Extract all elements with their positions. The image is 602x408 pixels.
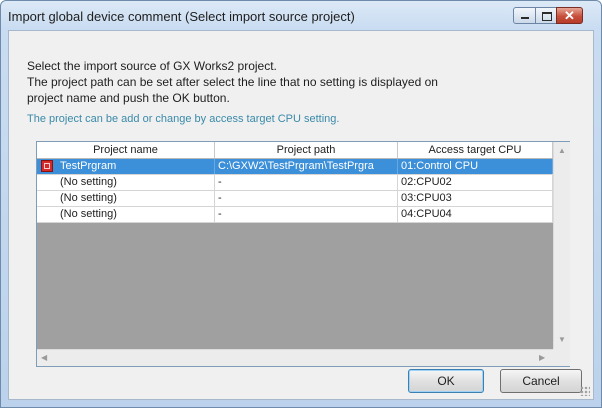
table-row[interactable]: (No setting) - 02:CPU02 bbox=[37, 175, 553, 191]
cell-project-path: - bbox=[215, 191, 398, 206]
table-row[interactable]: TestPrgram C:\GXW2\TestPrgram\TestPrgra … bbox=[37, 159, 553, 175]
cancel-button[interactable]: Cancel bbox=[500, 369, 582, 393]
cell-project-path: - bbox=[215, 207, 398, 222]
table-row[interactable]: (No setting) - 03:CPU03 bbox=[37, 191, 553, 207]
scroll-left-icon[interactable]: ◀ bbox=[41, 353, 47, 363]
cell-access-target-cpu: 03:CPU03 bbox=[398, 191, 553, 206]
vertical-scrollbar[interactable]: ▲ ▼ bbox=[553, 142, 570, 349]
ok-button[interactable]: OK bbox=[408, 369, 484, 393]
maximize-button[interactable] bbox=[535, 7, 557, 24]
project-grid: Project name Project path Access target … bbox=[36, 141, 570, 367]
column-header-project-path[interactable]: Project path bbox=[215, 142, 398, 158]
cell-project-name: (No setting) bbox=[37, 175, 215, 190]
maximize-icon bbox=[542, 12, 552, 21]
scroll-down-icon[interactable]: ▼ bbox=[558, 335, 566, 345]
grid-body: Project name Project path Access target … bbox=[37, 142, 553, 349]
description-line-1: Select the import source of GX Works2 pr… bbox=[27, 59, 277, 73]
column-header-project-name[interactable]: Project name bbox=[37, 142, 215, 158]
grid-header: Project name Project path Access target … bbox=[37, 142, 553, 159]
title-bar[interactable]: Import global device comment (Select imp… bbox=[1, 1, 601, 29]
dialog-window: Import global device comment (Select imp… bbox=[0, 0, 602, 408]
description-line-2: The project path can be set after select… bbox=[27, 75, 438, 89]
column-header-access-target-cpu[interactable]: Access target CPU bbox=[398, 142, 553, 158]
cell-project-name: (No setting) bbox=[37, 207, 215, 222]
cell-project-name: TestPrgram bbox=[37, 159, 215, 174]
access-target-note: The project can be add or change by acce… bbox=[27, 113, 340, 125]
close-icon: ✕ bbox=[564, 8, 575, 23]
cell-project-path: C:\GXW2\TestPrgram\TestPrgra bbox=[215, 159, 398, 174]
resize-grip-icon[interactable] bbox=[580, 386, 590, 396]
horizontal-scrollbar[interactable]: ◀ ▶ bbox=[37, 349, 553, 366]
description-line-3: project name and push the OK button. bbox=[27, 91, 230, 105]
window-title: Import global device comment (Select imp… bbox=[8, 9, 355, 24]
minimize-icon bbox=[521, 17, 529, 19]
cell-access-target-cpu: 01:Control CPU bbox=[398, 159, 553, 174]
close-button[interactable]: ✕ bbox=[556, 7, 583, 24]
dialog-client-area: Select the import source of GX Works2 pr… bbox=[8, 30, 594, 400]
scroll-up-icon[interactable]: ▲ bbox=[558, 146, 566, 156]
cell-access-target-cpu: 02:CPU02 bbox=[398, 175, 553, 190]
scroll-right-icon[interactable]: ▶ bbox=[539, 353, 545, 363]
cell-access-target-cpu: 04:CPU04 bbox=[398, 207, 553, 222]
cell-project-path: - bbox=[215, 175, 398, 190]
minimize-button[interactable] bbox=[513, 7, 536, 24]
cell-project-name: (No setting) bbox=[37, 191, 215, 206]
scrollbar-corner bbox=[553, 349, 570, 366]
table-row[interactable]: (No setting) - 04:CPU04 bbox=[37, 207, 553, 223]
